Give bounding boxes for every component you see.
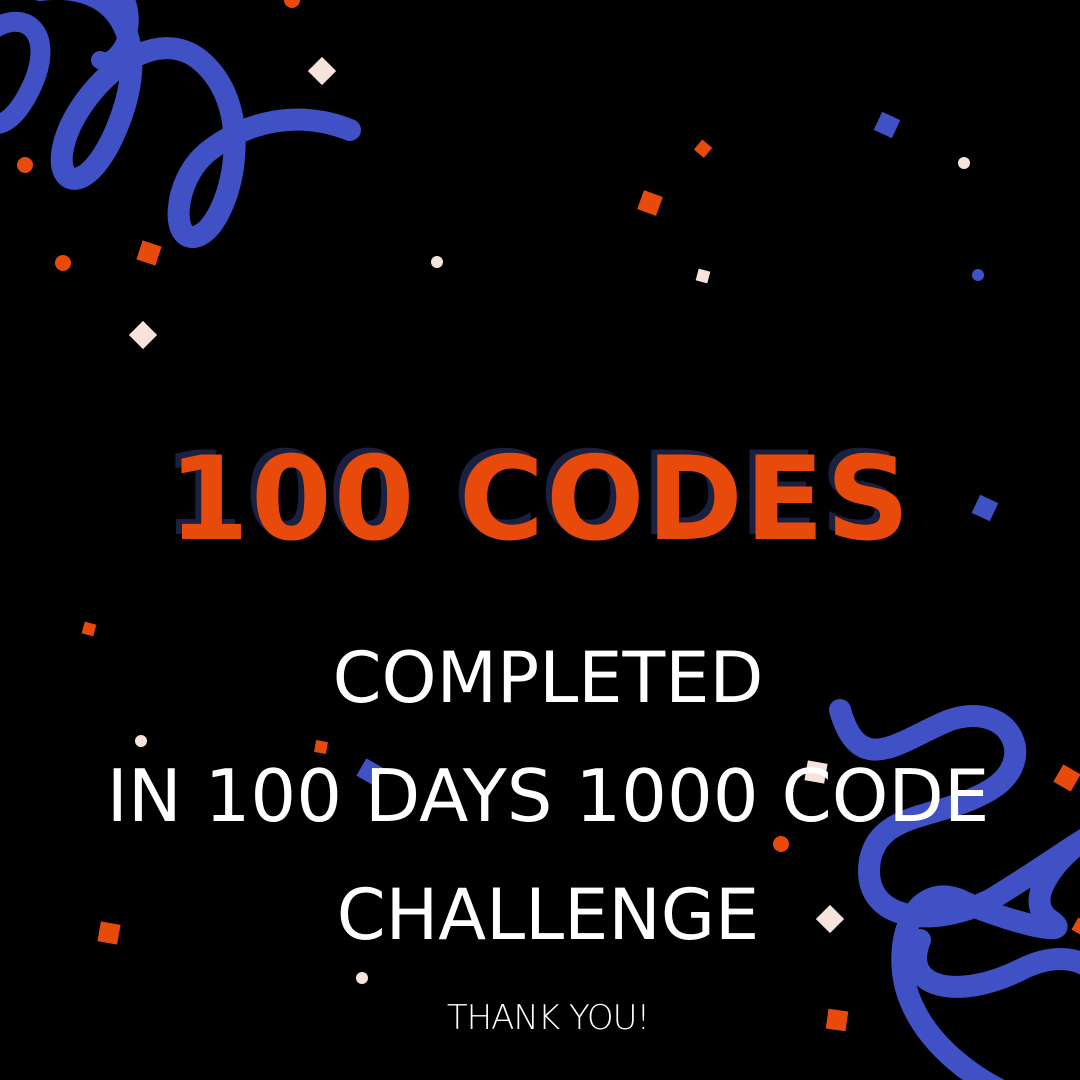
subtitle-line-days: IN 100 DAYS 1000 CODE [106, 754, 990, 838]
confetti-orange-dots [17, 0, 789, 852]
celebration-card: 100 CODES COMPLETED IN 100 DAYS 1000 COD… [0, 0, 1080, 1080]
subtitle-line-completed: COMPLETED [332, 637, 764, 719]
confetti-cream-dots [135, 157, 970, 984]
headline-title: 100 CODES [168, 432, 912, 567]
thank-you-text: THANK YOU! [446, 998, 650, 1038]
ribbon-streamer-top-left-icon [0, 0, 361, 248]
confetti-blue-dots [972, 269, 984, 281]
subtitle-line-challenge: CHALLENGE [336, 874, 760, 956]
